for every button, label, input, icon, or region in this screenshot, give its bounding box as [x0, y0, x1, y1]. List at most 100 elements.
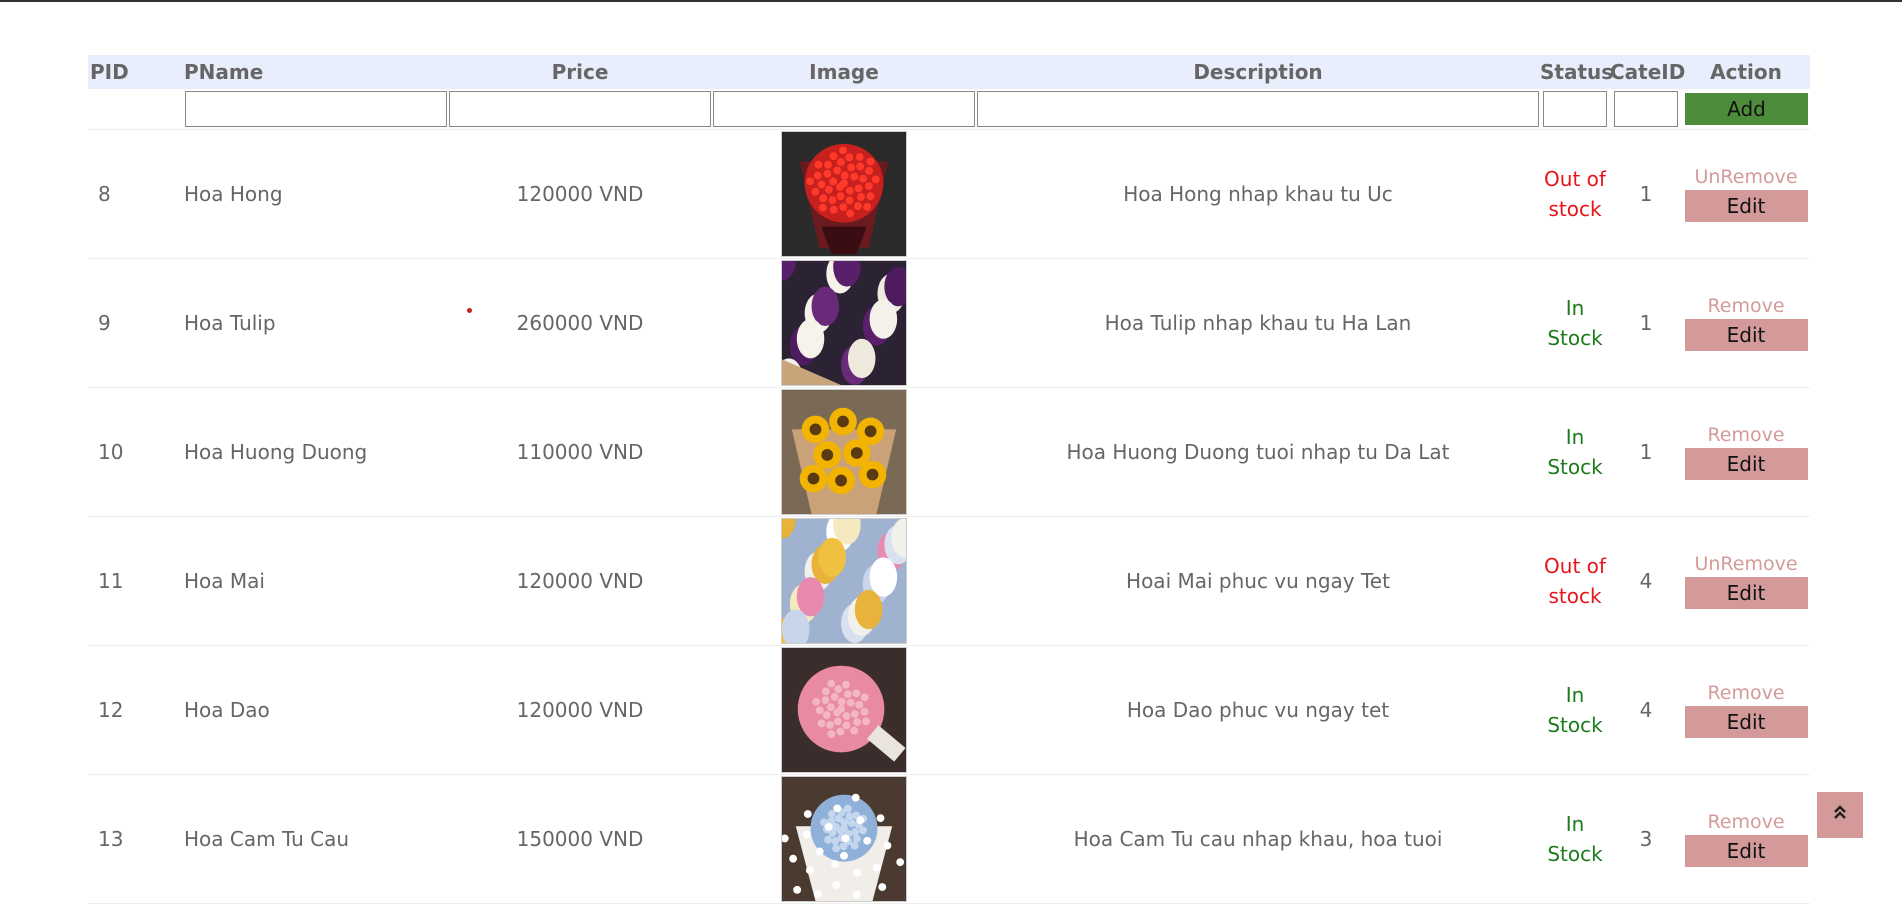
- product-pid: 12: [98, 698, 124, 722]
- status-input[interactable]: [1543, 91, 1607, 127]
- product-cateid: 1: [1639, 311, 1653, 335]
- add-product-row: Add: [88, 89, 1810, 130]
- hydrangea-bouquet-image: [781, 776, 907, 902]
- edit-button[interactable]: Edit: [1684, 706, 1808, 738]
- product-actions: UnRemove Edit: [1682, 166, 1810, 222]
- product-name: Hoa Mai: [184, 569, 265, 593]
- status-line-1: Out of: [1544, 554, 1606, 578]
- product-description: Hoa Cam Tu cau nhap khau, hoa tuoi: [1073, 827, 1443, 851]
- product-price: 110000 VND: [516, 440, 644, 464]
- product-image-cell: [712, 776, 976, 902]
- status-line-2: Stock: [1547, 326, 1603, 350]
- product-description: Hoa Dao phuc vu ngay tet: [1126, 698, 1390, 722]
- add-button[interactable]: Add: [1685, 93, 1808, 125]
- product-actions: Remove Edit: [1682, 424, 1810, 480]
- product-price: 120000 VND: [516, 182, 644, 206]
- product-pid: 10: [98, 440, 124, 464]
- product-status: In Stock: [1540, 680, 1610, 740]
- table-row: 8 Hoa Hong 120000 VND Hoa Hong nhap khau tu…: [88, 130, 1810, 259]
- table-row: 9 Hoa Tulip 260000 VND Hoa Tulip nhap khau …: [88, 259, 1810, 388]
- status-line-2: Stock: [1547, 842, 1603, 866]
- status-line-1: In: [1565, 683, 1585, 707]
- header-action: Action: [1710, 60, 1782, 84]
- header-pid: PID: [90, 60, 129, 84]
- product-cateid: 4: [1639, 569, 1653, 593]
- sunflower-bouquet-image: [781, 389, 907, 515]
- scroll-to-top-button[interactable]: [1817, 792, 1863, 838]
- product-actions: Remove Edit: [1682, 682, 1810, 738]
- product-price: 120000 VND: [516, 698, 644, 722]
- header-status: Status: [1540, 60, 1614, 84]
- description-input[interactable]: [977, 91, 1539, 127]
- product-pid: 8: [98, 182, 111, 206]
- remove-link[interactable]: UnRemove: [1694, 166, 1797, 188]
- product-image-cell: [712, 131, 976, 257]
- edit-button[interactable]: Edit: [1684, 319, 1808, 351]
- product-name: Hoa Tulip: [184, 311, 276, 335]
- red-rose-bouquet-image: [781, 131, 907, 257]
- description-cell: [976, 91, 1540, 127]
- product-cateid: 1: [1639, 440, 1653, 464]
- product-image-cell: [712, 518, 976, 644]
- product-name: Hoa Hong: [184, 182, 283, 206]
- header-price: Price: [551, 60, 609, 84]
- product-pid: 13: [98, 827, 124, 851]
- product-cateid: 1: [1639, 182, 1653, 206]
- status-cell: [1540, 91, 1610, 127]
- remove-link[interactable]: Remove: [1707, 811, 1784, 833]
- product-status: In Stock: [1540, 293, 1610, 353]
- image-cell: [712, 91, 976, 127]
- product-image-cell: [712, 260, 976, 386]
- status-line-2: Stock: [1547, 713, 1603, 737]
- edit-button[interactable]: Edit: [1684, 190, 1808, 222]
- price-cell: [448, 91, 712, 127]
- table-header: PID PName Price Image Description Status…: [88, 55, 1810, 89]
- table-row: 13 Hoa Cam Tu Cau 150000 VND Hoa Cam Tu cau…: [88, 775, 1810, 904]
- edit-button[interactable]: Edit: [1684, 577, 1808, 609]
- product-actions: Remove Edit: [1682, 295, 1810, 351]
- mixed-flower-bouquet-image: [781, 518, 907, 644]
- product-status: In Stock: [1540, 422, 1610, 482]
- status-line-1: In: [1565, 425, 1585, 449]
- pname-cell: [184, 91, 448, 127]
- product-actions: Remove Edit: [1682, 811, 1810, 867]
- remove-link[interactable]: Remove: [1707, 424, 1784, 446]
- status-line-2: stock: [1548, 197, 1602, 221]
- price-input[interactable]: [449, 91, 711, 127]
- remove-link[interactable]: UnRemove: [1694, 553, 1797, 575]
- product-price: 260000 VND: [516, 311, 644, 335]
- remove-link[interactable]: Remove: [1707, 682, 1784, 704]
- header-cateid: CateID: [1610, 60, 1686, 84]
- cateid-cell: [1610, 91, 1682, 127]
- product-price: 150000 VND: [516, 827, 644, 851]
- status-line-1: In: [1565, 812, 1585, 836]
- tulip-bouquet-image: [781, 260, 907, 386]
- product-status: In Stock: [1540, 809, 1610, 869]
- product-description: Hoa Huong Duong tuoi nhap tu Da Lat: [1066, 440, 1450, 464]
- table-row: 11 Hoa Mai 120000 VND Hoai Mai phuc vu ngay…: [88, 517, 1810, 646]
- status-line-2: stock: [1548, 584, 1602, 608]
- header-pname: PName: [184, 60, 264, 84]
- status-line-1: In: [1565, 296, 1585, 320]
- image-input[interactable]: [713, 91, 975, 127]
- table-body: 8 Hoa Hong 120000 VND Hoa Hong nhap khau tu…: [88, 130, 1810, 904]
- product-name: Hoa Huong Duong: [184, 440, 368, 464]
- product-image-cell: [712, 389, 976, 515]
- cateid-input[interactable]: [1614, 91, 1678, 127]
- status-line-1: Out of: [1544, 167, 1606, 191]
- cursor-dot: [467, 308, 472, 313]
- edit-button[interactable]: Edit: [1684, 448, 1808, 480]
- product-pid: 9: [98, 311, 111, 335]
- product-name: Hoa Dao: [184, 698, 270, 722]
- remove-link[interactable]: Remove: [1707, 295, 1784, 317]
- top-border: [0, 0, 1902, 2]
- pink-peony-bouquet-image: [781, 647, 907, 773]
- product-status: Out of stock: [1540, 551, 1610, 611]
- table-row: 12 Hoa Dao 120000 VND Hoa Dao phuc vu ngay …: [88, 646, 1810, 775]
- header-image: Image: [809, 60, 879, 84]
- product-table: PID PName Price Image Description Status…: [88, 55, 1810, 904]
- pname-input[interactable]: [185, 91, 447, 127]
- product-pid: 11: [98, 569, 124, 593]
- edit-button[interactable]: Edit: [1684, 835, 1808, 867]
- product-description: Hoa Tulip nhap khau tu Ha Lan: [1104, 311, 1412, 335]
